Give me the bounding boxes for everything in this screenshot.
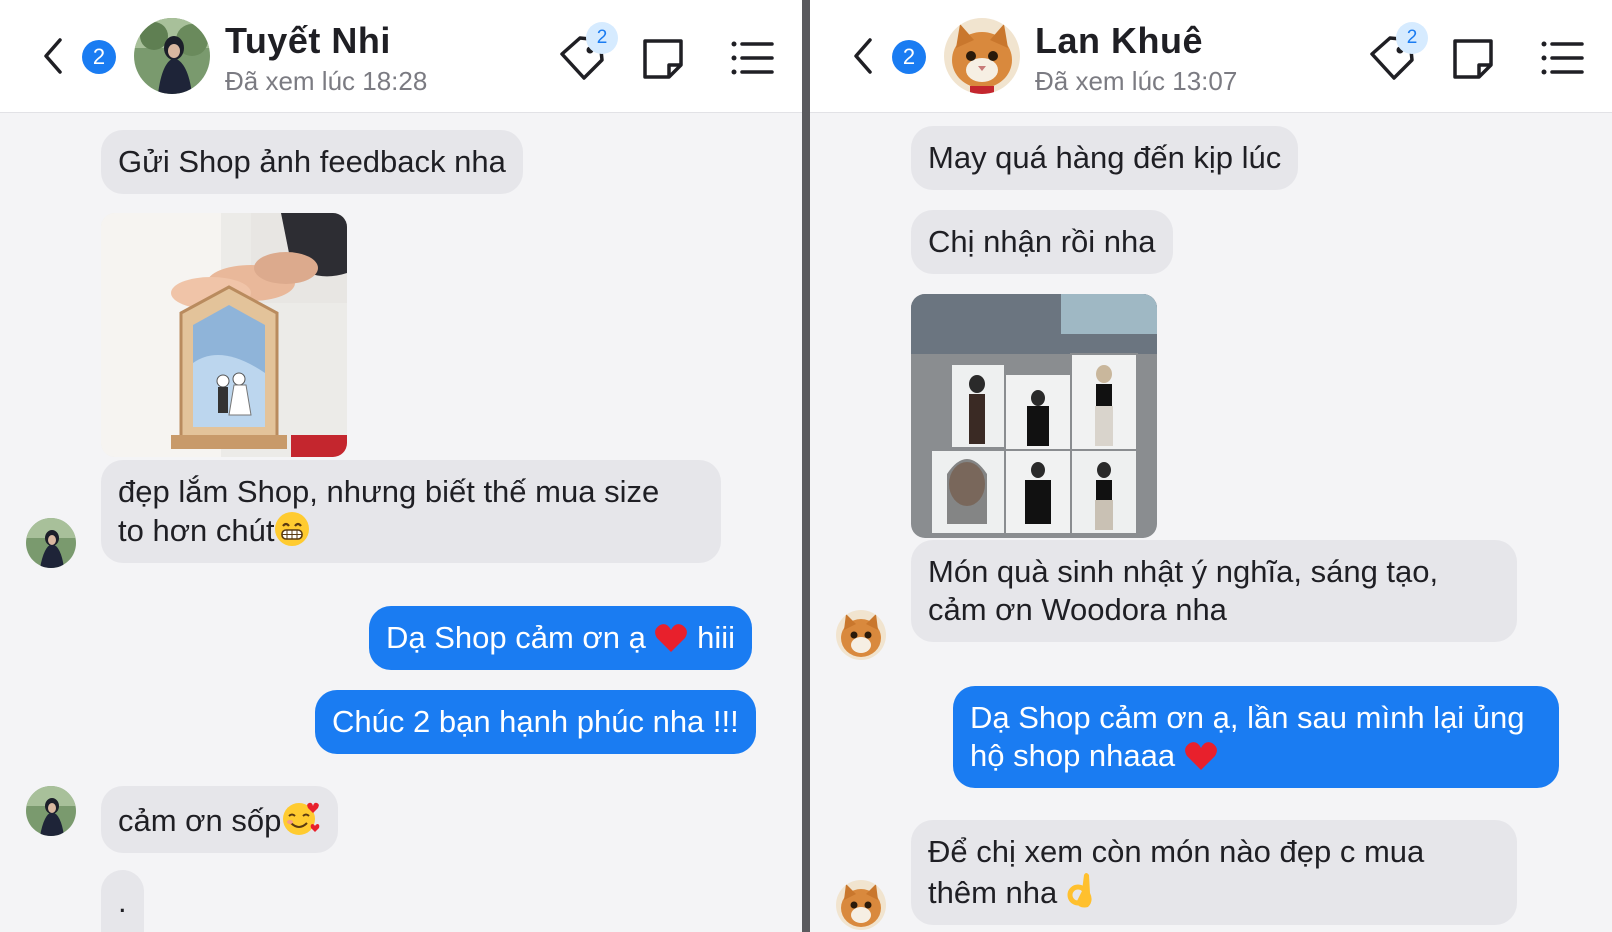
message-outgoing[interactable]: Chúc 2 bạn hạnh phúc nha !!! xyxy=(315,690,756,754)
message-line: thêm nha xyxy=(928,871,1500,912)
avatar[interactable] xyxy=(26,786,76,836)
avatar[interactable] xyxy=(944,18,1020,94)
message-incoming-multiline[interactable]: đẹp lắm Shop, nhưng biết thế mua size to… xyxy=(101,460,721,563)
list-menu-icon[interactable] xyxy=(1540,38,1584,78)
message-outgoing-multiline[interactable]: Dạ Shop cảm ơn ạ, lần sau mình lại ủng h… xyxy=(953,686,1559,788)
message-line: cảm ơn Woodora nha xyxy=(928,592,1227,627)
back-chevron-icon[interactable] xyxy=(848,36,878,76)
heart-emoji xyxy=(655,624,688,652)
message-text: cảm ơn sốp xyxy=(118,803,282,838)
message-incoming[interactable]: . xyxy=(101,870,144,932)
message-line: đẹp lắm Shop, nhưng biết thế mua size xyxy=(118,474,660,509)
tag-count-badge: 2 xyxy=(1396,22,1428,54)
chat-header: 2 Lan Khuê Đã xem lúc 13:07 2 xyxy=(810,0,1612,113)
seen-status: Đã xem lúc 18:28 xyxy=(225,66,428,96)
note-icon[interactable] xyxy=(640,36,686,82)
avatar[interactable] xyxy=(26,518,76,568)
smiling-hearts-emoji xyxy=(283,802,320,835)
grin-emoji xyxy=(275,512,310,546)
message-line: hộ shop nhaaa xyxy=(970,737,1542,775)
feedback-photo-wedding[interactable] xyxy=(101,213,347,457)
message-text: hiii xyxy=(688,620,735,655)
unread-count-badge: 2 xyxy=(892,40,926,74)
chat-panel-tuyet-nhi: 2 Tuyết Nhi Đã xem lúc 18:28 2 Gửi Shop … xyxy=(0,0,802,932)
message-incoming-multiline[interactable]: Món quà sinh nhật ý nghĩa, sáng tạo, cảm… xyxy=(911,540,1517,642)
message-incoming[interactable]: cảm ơn sốp xyxy=(101,786,339,853)
chat-header: 2 Tuyết Nhi Đã xem lúc 18:28 2 xyxy=(0,0,802,113)
list-menu-icon[interactable] xyxy=(730,38,774,78)
message-text: hộ shop nhaaa xyxy=(970,738,1176,773)
message-line: Dạ Shop cảm ơn ạ, lần sau mình lại ủng xyxy=(970,700,1525,735)
chat-panel-lan-khue: 2 Lan Khuê Đã xem lúc 13:07 2 May quá hà… xyxy=(810,0,1612,932)
feedback-photo-fashion-cubes[interactable] xyxy=(911,294,1157,538)
message-incoming[interactable]: Chị nhận rồi nha xyxy=(911,210,1173,274)
message-incoming[interactable]: Gửi Shop ảnh feedback nha xyxy=(101,130,523,194)
message-line: Để chị xem còn món nào đẹp c mua xyxy=(928,834,1425,869)
contact-name: Lan Khuê xyxy=(1035,20,1204,61)
message-incoming[interactable]: May quá hàng đến kịp lúc xyxy=(911,126,1299,190)
ok-hand-emoji xyxy=(1067,873,1092,908)
message-outgoing[interactable]: Dạ Shop cảm ơn ạ hiii xyxy=(369,606,752,670)
avatar[interactable] xyxy=(836,610,886,660)
tag-count-badge: 2 xyxy=(586,22,618,54)
avatar[interactable] xyxy=(836,880,886,930)
message-text: thêm nha xyxy=(928,875,1058,910)
avatar[interactable] xyxy=(134,18,210,94)
contact-name: Tuyết Nhi xyxy=(225,20,391,61)
message-line: to hơn chút xyxy=(118,511,704,550)
panel-divider xyxy=(802,0,810,932)
message-incoming-multiline[interactable]: Để chị xem còn món nào đẹp c mua thêm nh… xyxy=(911,820,1517,925)
heart-emoji xyxy=(1184,742,1217,770)
note-icon[interactable] xyxy=(1450,36,1496,82)
message-line: Món quà sinh nhật ý nghĩa, sáng tạo, xyxy=(928,554,1439,589)
back-chevron-icon[interactable] xyxy=(38,36,68,76)
message-text: Dạ Shop cảm ơn ạ xyxy=(386,620,646,655)
message-text: to hơn chút xyxy=(118,513,275,548)
unread-count-badge: 2 xyxy=(82,40,116,74)
seen-status: Đã xem lúc 13:07 xyxy=(1035,66,1238,96)
